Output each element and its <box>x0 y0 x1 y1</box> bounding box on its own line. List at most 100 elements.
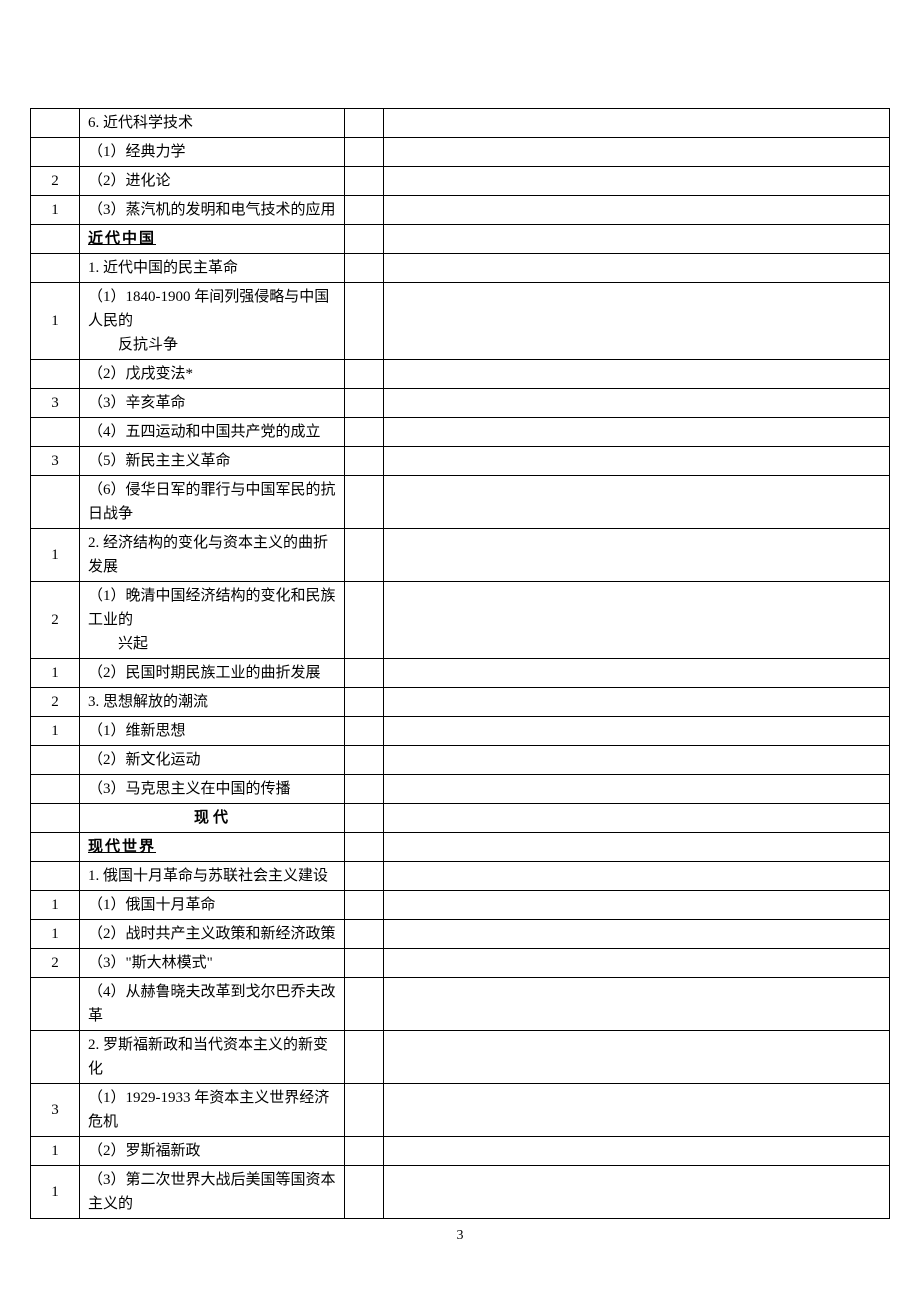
row-content-cell: （2）新文化运动 <box>80 746 345 775</box>
row-content-text: （6）侵华日军的罪行与中国军民的抗日战争 <box>88 482 336 522</box>
row-col3-cell <box>345 529 384 582</box>
row-content-cell: 近代中国 <box>80 225 345 254</box>
row-content-text: （1）1929-1933 年资本主义世界经济危机 <box>88 1090 329 1130</box>
table-row: 1（1）1840-1900 年间列强侵略与中国人民的反抗斗争 <box>31 283 890 360</box>
row-col3-cell <box>345 1137 384 1166</box>
row-content-text: （1）1840-1900 年间列强侵略与中国人民的 <box>88 289 329 329</box>
row-col3-cell <box>345 891 384 920</box>
row-col3-cell <box>345 804 384 833</box>
row-col3-cell <box>345 225 384 254</box>
row-col3-cell <box>345 109 384 138</box>
table-row: 23. 思想解放的潮流 <box>31 688 890 717</box>
row-content-cell: （6）侵华日军的罪行与中国军民的抗日战争 <box>80 476 345 529</box>
table-row: 3（5）新民主主义革命 <box>31 447 890 476</box>
row-content-text: （2）罗斯福新政 <box>88 1143 201 1159</box>
row-content-cell: 3. 思想解放的潮流 <box>80 688 345 717</box>
table-row: 12. 经济结构的变化与资本主义的曲折发展 <box>31 529 890 582</box>
row-content-cell: （1）俄国十月革命 <box>80 891 345 920</box>
table-row: （1）经典力学 <box>31 138 890 167</box>
row-content-text: （3）第二次世界大战后美国等国资本主义的 <box>88 1172 336 1212</box>
row-content-text-line2: 兴起 <box>88 632 338 656</box>
row-number-cell: 3 <box>31 447 80 476</box>
row-content-text: （2）战时共产主义政策和新经济政策 <box>88 926 336 942</box>
row-content-cell: 现代 <box>80 804 345 833</box>
table-row: 3（3）辛亥革命 <box>31 389 890 418</box>
row-col4-cell <box>384 891 890 920</box>
row-col3-cell <box>345 167 384 196</box>
row-content-cell: （3）第二次世界大战后美国等国资本主义的 <box>80 1166 345 1219</box>
row-number-cell: 1 <box>31 891 80 920</box>
row-col4-cell <box>384 862 890 891</box>
row-col4-cell <box>384 582 890 659</box>
table-row: 2（2）进化论 <box>31 167 890 196</box>
row-col4-cell <box>384 1084 890 1137</box>
row-col3-cell <box>345 833 384 862</box>
row-content-cell: （5）新民主主义革命 <box>80 447 345 476</box>
row-col4-cell <box>384 418 890 447</box>
row-col3-cell <box>345 582 384 659</box>
row-col3-cell <box>345 196 384 225</box>
row-content-text-line2: 反抗斗争 <box>88 333 338 357</box>
page-number: 3 <box>0 1228 920 1244</box>
row-content-cell: 2. 经济结构的变化与资本主义的曲折发展 <box>80 529 345 582</box>
row-content-text: （4）五四运动和中国共产党的成立 <box>88 424 321 440</box>
row-content-cell: （1）1929-1933 年资本主义世界经济危机 <box>80 1084 345 1137</box>
table-row: 1（3）第二次世界大战后美国等国资本主义的 <box>31 1166 890 1219</box>
row-number-cell: 1 <box>31 283 80 360</box>
row-number-cell: 1 <box>31 529 80 582</box>
row-number-cell <box>31 775 80 804</box>
row-col3-cell <box>345 659 384 688</box>
table-row: 现代 <box>31 804 890 833</box>
row-content-cell: 现代世界 <box>80 833 345 862</box>
row-number-cell <box>31 978 80 1031</box>
row-col4-cell <box>384 389 890 418</box>
row-col3-cell <box>345 1084 384 1137</box>
row-content-cell: （1）维新思想 <box>80 717 345 746</box>
row-col3-cell <box>345 862 384 891</box>
row-number-cell: 1 <box>31 920 80 949</box>
row-col4-cell <box>384 833 890 862</box>
row-number-cell <box>31 254 80 283</box>
subsection-heading: 近代中国 <box>88 230 156 247</box>
row-content-text: 6. 近代科学技术 <box>88 115 193 131</box>
row-content-cell: （3）辛亥革命 <box>80 389 345 418</box>
row-col4-cell <box>384 920 890 949</box>
row-col3-cell <box>345 360 384 389</box>
row-content-cell: 1. 近代中国的民主革命 <box>80 254 345 283</box>
row-content-cell: （2）罗斯福新政 <box>80 1137 345 1166</box>
row-col4-cell <box>384 254 890 283</box>
row-content-text: （1）维新思想 <box>88 723 186 739</box>
row-content-cell: （2）戊戌变法* <box>80 360 345 389</box>
row-col3-cell <box>345 476 384 529</box>
row-content-cell: 6. 近代科学技术 <box>80 109 345 138</box>
row-number-cell: 1 <box>31 717 80 746</box>
table-row: 1. 近代中国的民主革命 <box>31 254 890 283</box>
row-content-cell: （3）蒸汽机的发明和电气技术的应用 <box>80 196 345 225</box>
row-content-text: （1）俄国十月革命 <box>88 897 216 913</box>
row-col3-cell <box>345 949 384 978</box>
row-content-text: （2）进化论 <box>88 173 171 189</box>
row-number-cell: 2 <box>31 688 80 717</box>
row-content-text: （2）新文化运动 <box>88 752 201 768</box>
row-col3-cell <box>345 418 384 447</box>
row-number-cell <box>31 476 80 529</box>
row-content-text: （3）辛亥革命 <box>88 395 186 411</box>
table-row: 2（1）晚清中国经济结构的变化和民族工业的兴起 <box>31 582 890 659</box>
row-col4-cell <box>384 775 890 804</box>
row-col4-cell <box>384 225 890 254</box>
row-content-text: （2）戊戌变法* <box>88 366 193 382</box>
table-row: （6）侵华日军的罪行与中国军民的抗日战争 <box>31 476 890 529</box>
row-col3-cell <box>345 447 384 476</box>
table-row: （4）从赫鲁晓夫改革到戈尔巴乔夫改革 <box>31 978 890 1031</box>
row-col4-cell <box>384 138 890 167</box>
row-col4-cell <box>384 1166 890 1219</box>
row-col4-cell <box>384 978 890 1031</box>
row-number-cell: 2 <box>31 582 80 659</box>
table-row: 1. 俄国十月革命与苏联社会主义建设 <box>31 862 890 891</box>
row-col4-cell <box>384 167 890 196</box>
row-content-text: 1. 近代中国的民主革命 <box>88 260 238 276</box>
row-col4-cell <box>384 688 890 717</box>
row-content-text: （4）从赫鲁晓夫改革到戈尔巴乔夫改革 <box>88 984 336 1024</box>
row-content-text: （1）经典力学 <box>88 144 186 160</box>
row-col4-cell <box>384 1031 890 1084</box>
